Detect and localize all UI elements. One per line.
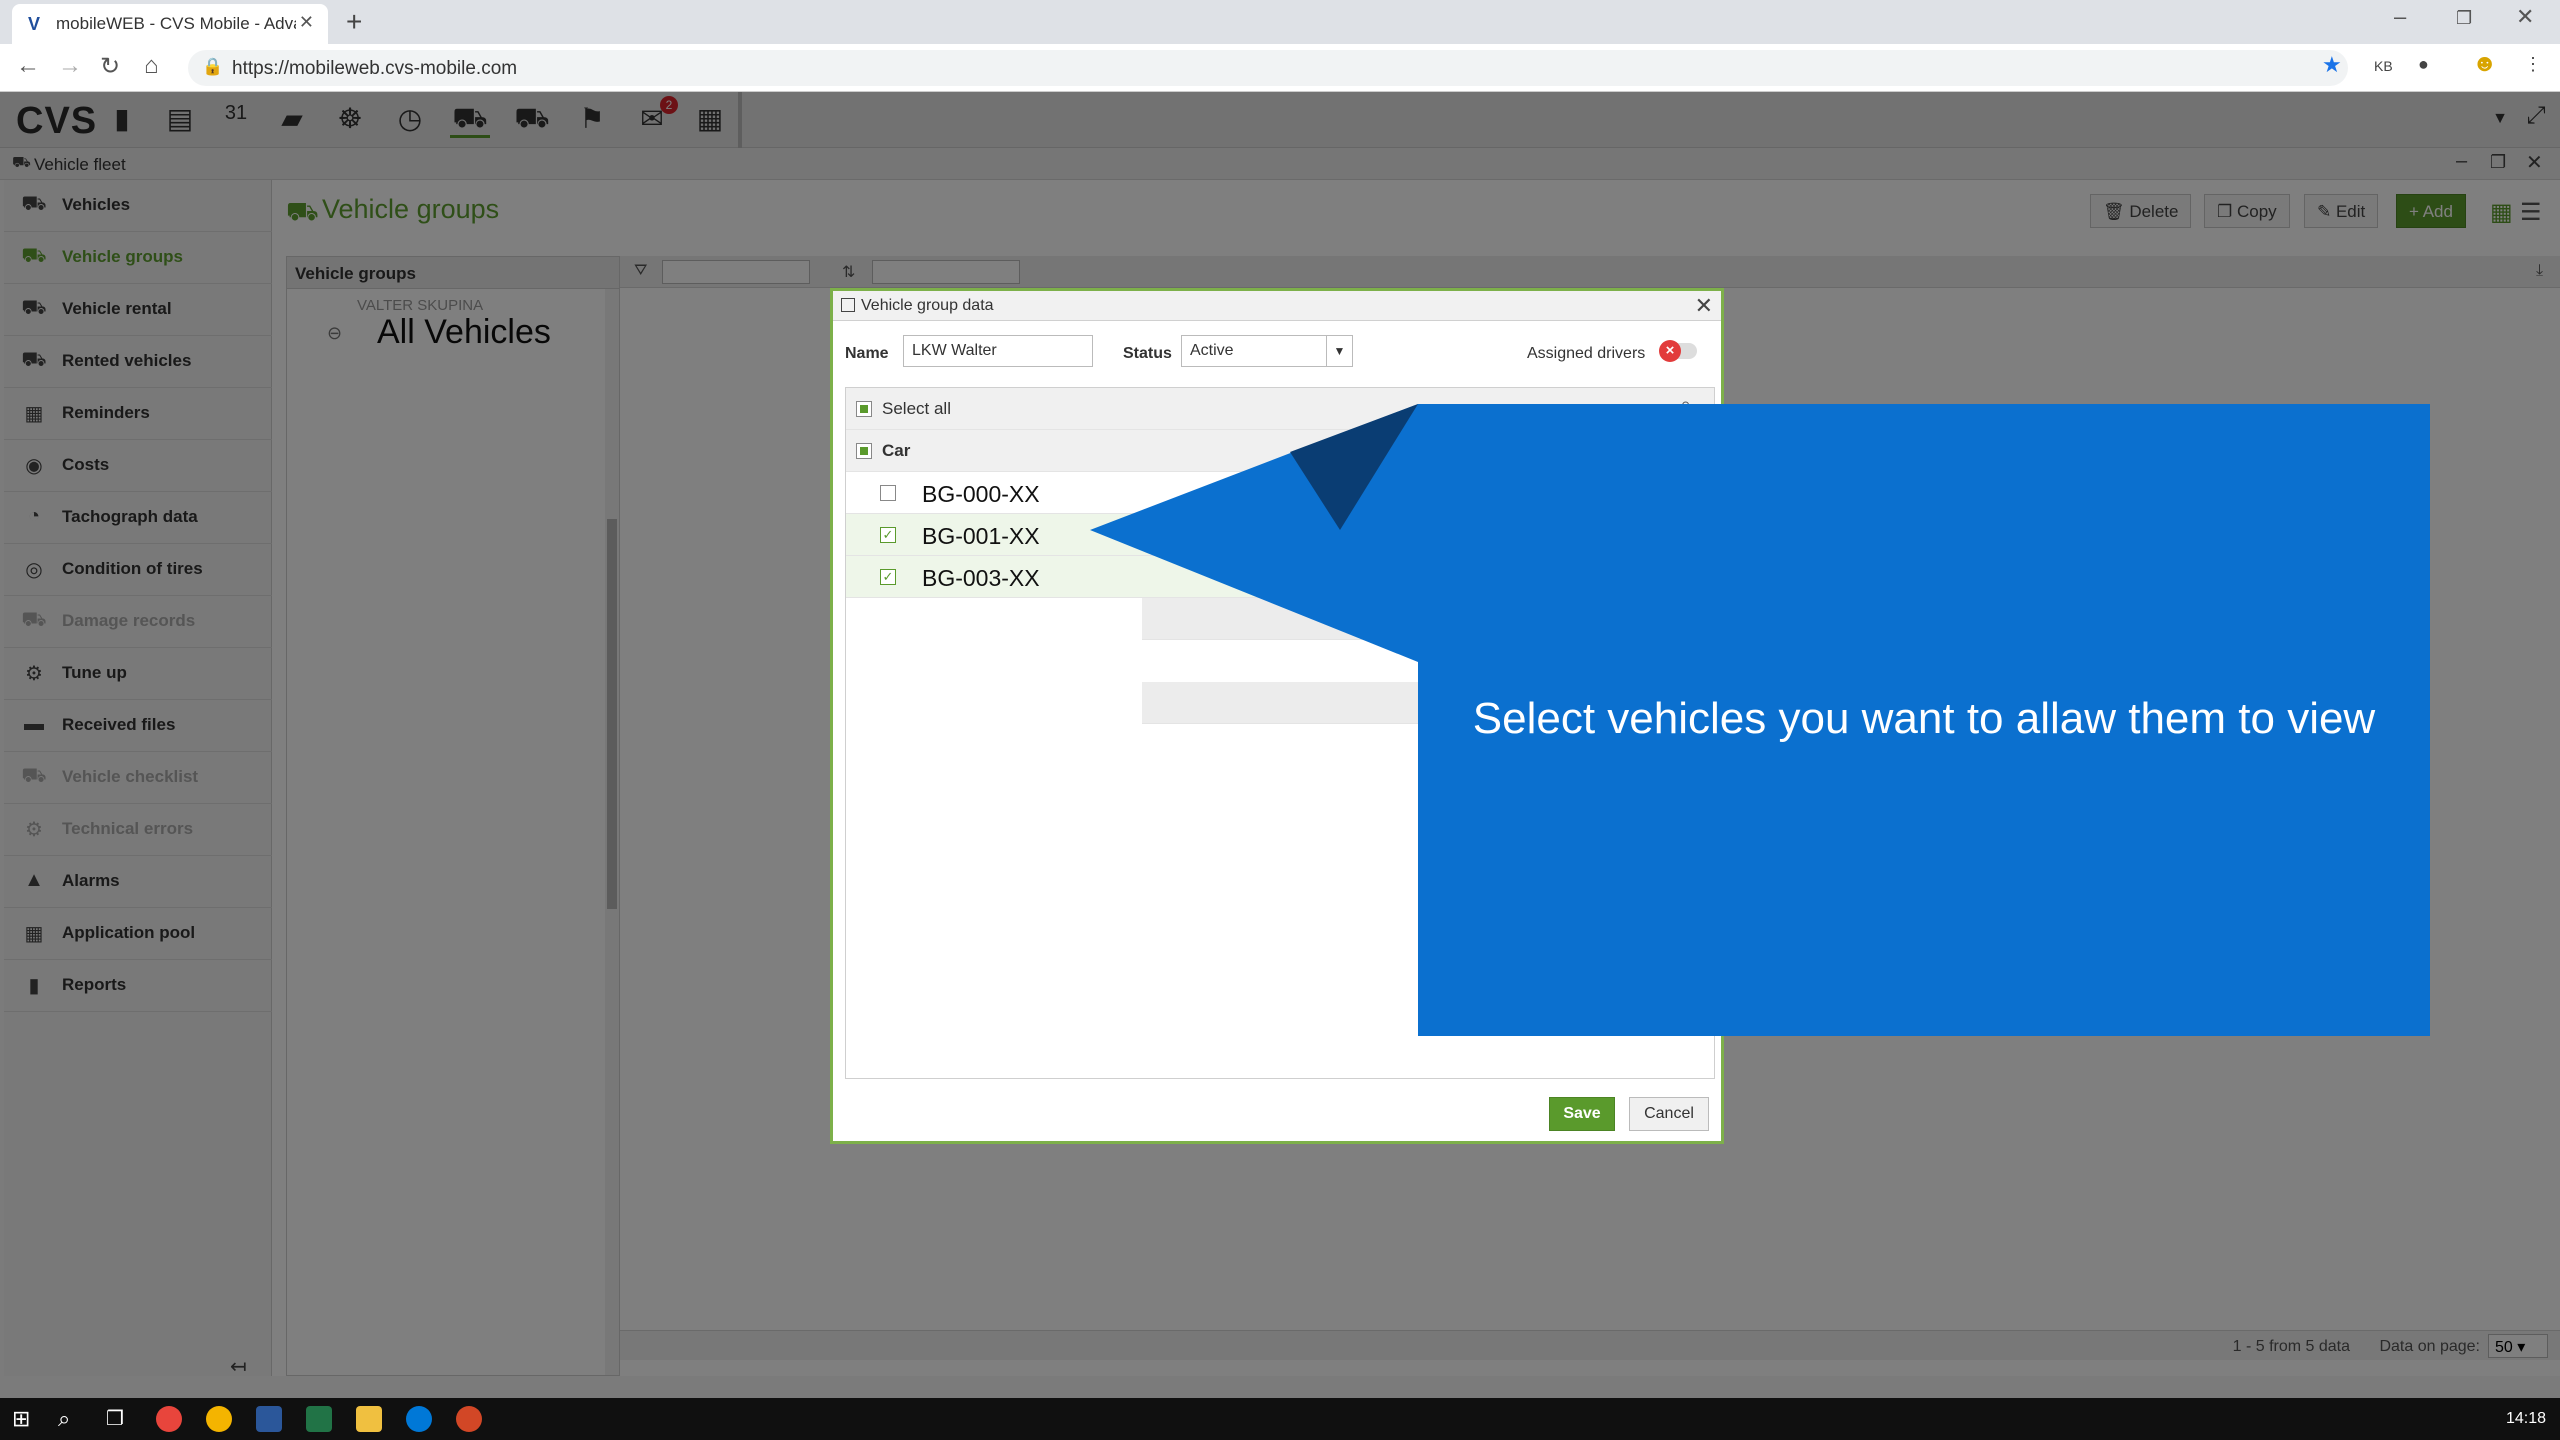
name-input[interactable]: LKW Walter: [903, 335, 1093, 367]
file-explorer-icon[interactable]: [356, 1406, 382, 1432]
vehicle-plate: BG-003-XX: [922, 565, 1040, 591]
toggle-off-icon: ×: [1659, 340, 1681, 362]
chevron-down-icon: ▼: [1326, 336, 1352, 366]
category-checkbox[interactable]: [856, 443, 872, 459]
browser-tab[interactable]: V mobileWEB - CVS Mobile - Adva ✕: [12, 4, 328, 44]
tab-title: mobileWEB - CVS Mobile - Adva: [56, 14, 296, 33]
avatar[interactable]: ☻: [2472, 50, 2497, 78]
reload-icon[interactable]: ↻: [100, 52, 120, 81]
tutorial-callout: Select vehicles you want to allaw them t…: [1418, 404, 2430, 1036]
dialog-title: Vehicle group data: [861, 297, 994, 314]
profile-extension-icon[interactable]: ●: [2418, 54, 2429, 75]
powerpoint-icon[interactable]: [456, 1406, 482, 1432]
status-label: Status: [1123, 345, 1172, 362]
search-icon[interactable]: ⌕: [58, 1406, 84, 1432]
url-text: https://mobileweb.cvs-mobile.com: [232, 58, 518, 79]
site-favicon-icon: V: [28, 14, 41, 34]
status-select[interactable]: Active ▼: [1181, 335, 1353, 367]
assigned-drivers-toggle[interactable]: ×: [1659, 340, 1697, 362]
cancel-button[interactable]: Cancel: [1629, 1097, 1709, 1131]
browser-icon[interactable]: [206, 1406, 232, 1432]
category-label: Car: [882, 441, 911, 460]
assigned-drivers-label: Assigned drivers: [1527, 345, 1646, 362]
menu-kebab-icon[interactable]: ⋮: [2524, 54, 2542, 75]
forward-icon[interactable]: →: [58, 52, 82, 80]
vehicle-plate: BG-001-XX: [922, 523, 1040, 549]
task-view-icon[interactable]: ❐: [106, 1406, 132, 1432]
select-all-label: Select all: [882, 399, 951, 418]
name-label: Name: [845, 345, 889, 362]
save-button[interactable]: Save: [1549, 1097, 1615, 1131]
minimize-icon[interactable]: –: [2394, 4, 2406, 30]
vehicle-checkbox[interactable]: ✓: [880, 527, 896, 543]
vehicle-checkbox[interactable]: [880, 485, 896, 501]
dialog-close-icon[interactable]: ✕: [1695, 293, 1713, 319]
start-icon[interactable]: ⊞: [12, 1406, 38, 1432]
tab-close-icon[interactable]: ✕: [299, 12, 314, 33]
excel-icon[interactable]: [306, 1406, 332, 1432]
vehicle-plate: BG-000-XX: [922, 481, 1040, 507]
word-icon[interactable]: [256, 1406, 282, 1432]
chrome-icon[interactable]: [156, 1406, 182, 1432]
dialog-titlebar: Vehicle group data ✕: [833, 291, 1721, 321]
window-close-icon[interactable]: ✕: [2516, 4, 2534, 30]
clock: 14:18: [2505, 1410, 2546, 1427]
extension-icon[interactable]: KB: [2374, 58, 2393, 74]
browser-tab-bar: V mobileWEB - CVS Mobile - Adva ✕ + – ❐ …: [0, 0, 2560, 44]
address-bar-row: ← → ↻ ⌂ 🔒 https://mobileweb.cvs-mobile.c…: [0, 44, 2560, 92]
back-icon[interactable]: ←: [16, 52, 40, 80]
status-value: Active: [1190, 342, 1234, 359]
vehicle-checkbox[interactable]: ✓: [880, 569, 896, 585]
home-icon[interactable]: ⌂: [144, 52, 159, 80]
edge-icon[interactable]: [406, 1406, 432, 1432]
lock-icon: 🔒: [202, 57, 224, 76]
new-tab-button[interactable]: +: [346, 6, 362, 38]
bookmark-star-icon[interactable]: ★: [2322, 52, 2342, 78]
callout-pointer: [1090, 404, 1418, 662]
select-all-checkbox[interactable]: [856, 401, 872, 417]
dialog-icon: [841, 298, 855, 312]
url-field[interactable]: 🔒 https://mobileweb.cvs-mobile.com: [188, 50, 2348, 86]
restore-icon[interactable]: ❐: [2456, 8, 2472, 29]
os-taskbar: ⊞ ⌕ ❐ 14:18: [0, 1398, 2560, 1440]
callout-text: Select vehicles you want to allaw them t…: [1472, 694, 2376, 743]
